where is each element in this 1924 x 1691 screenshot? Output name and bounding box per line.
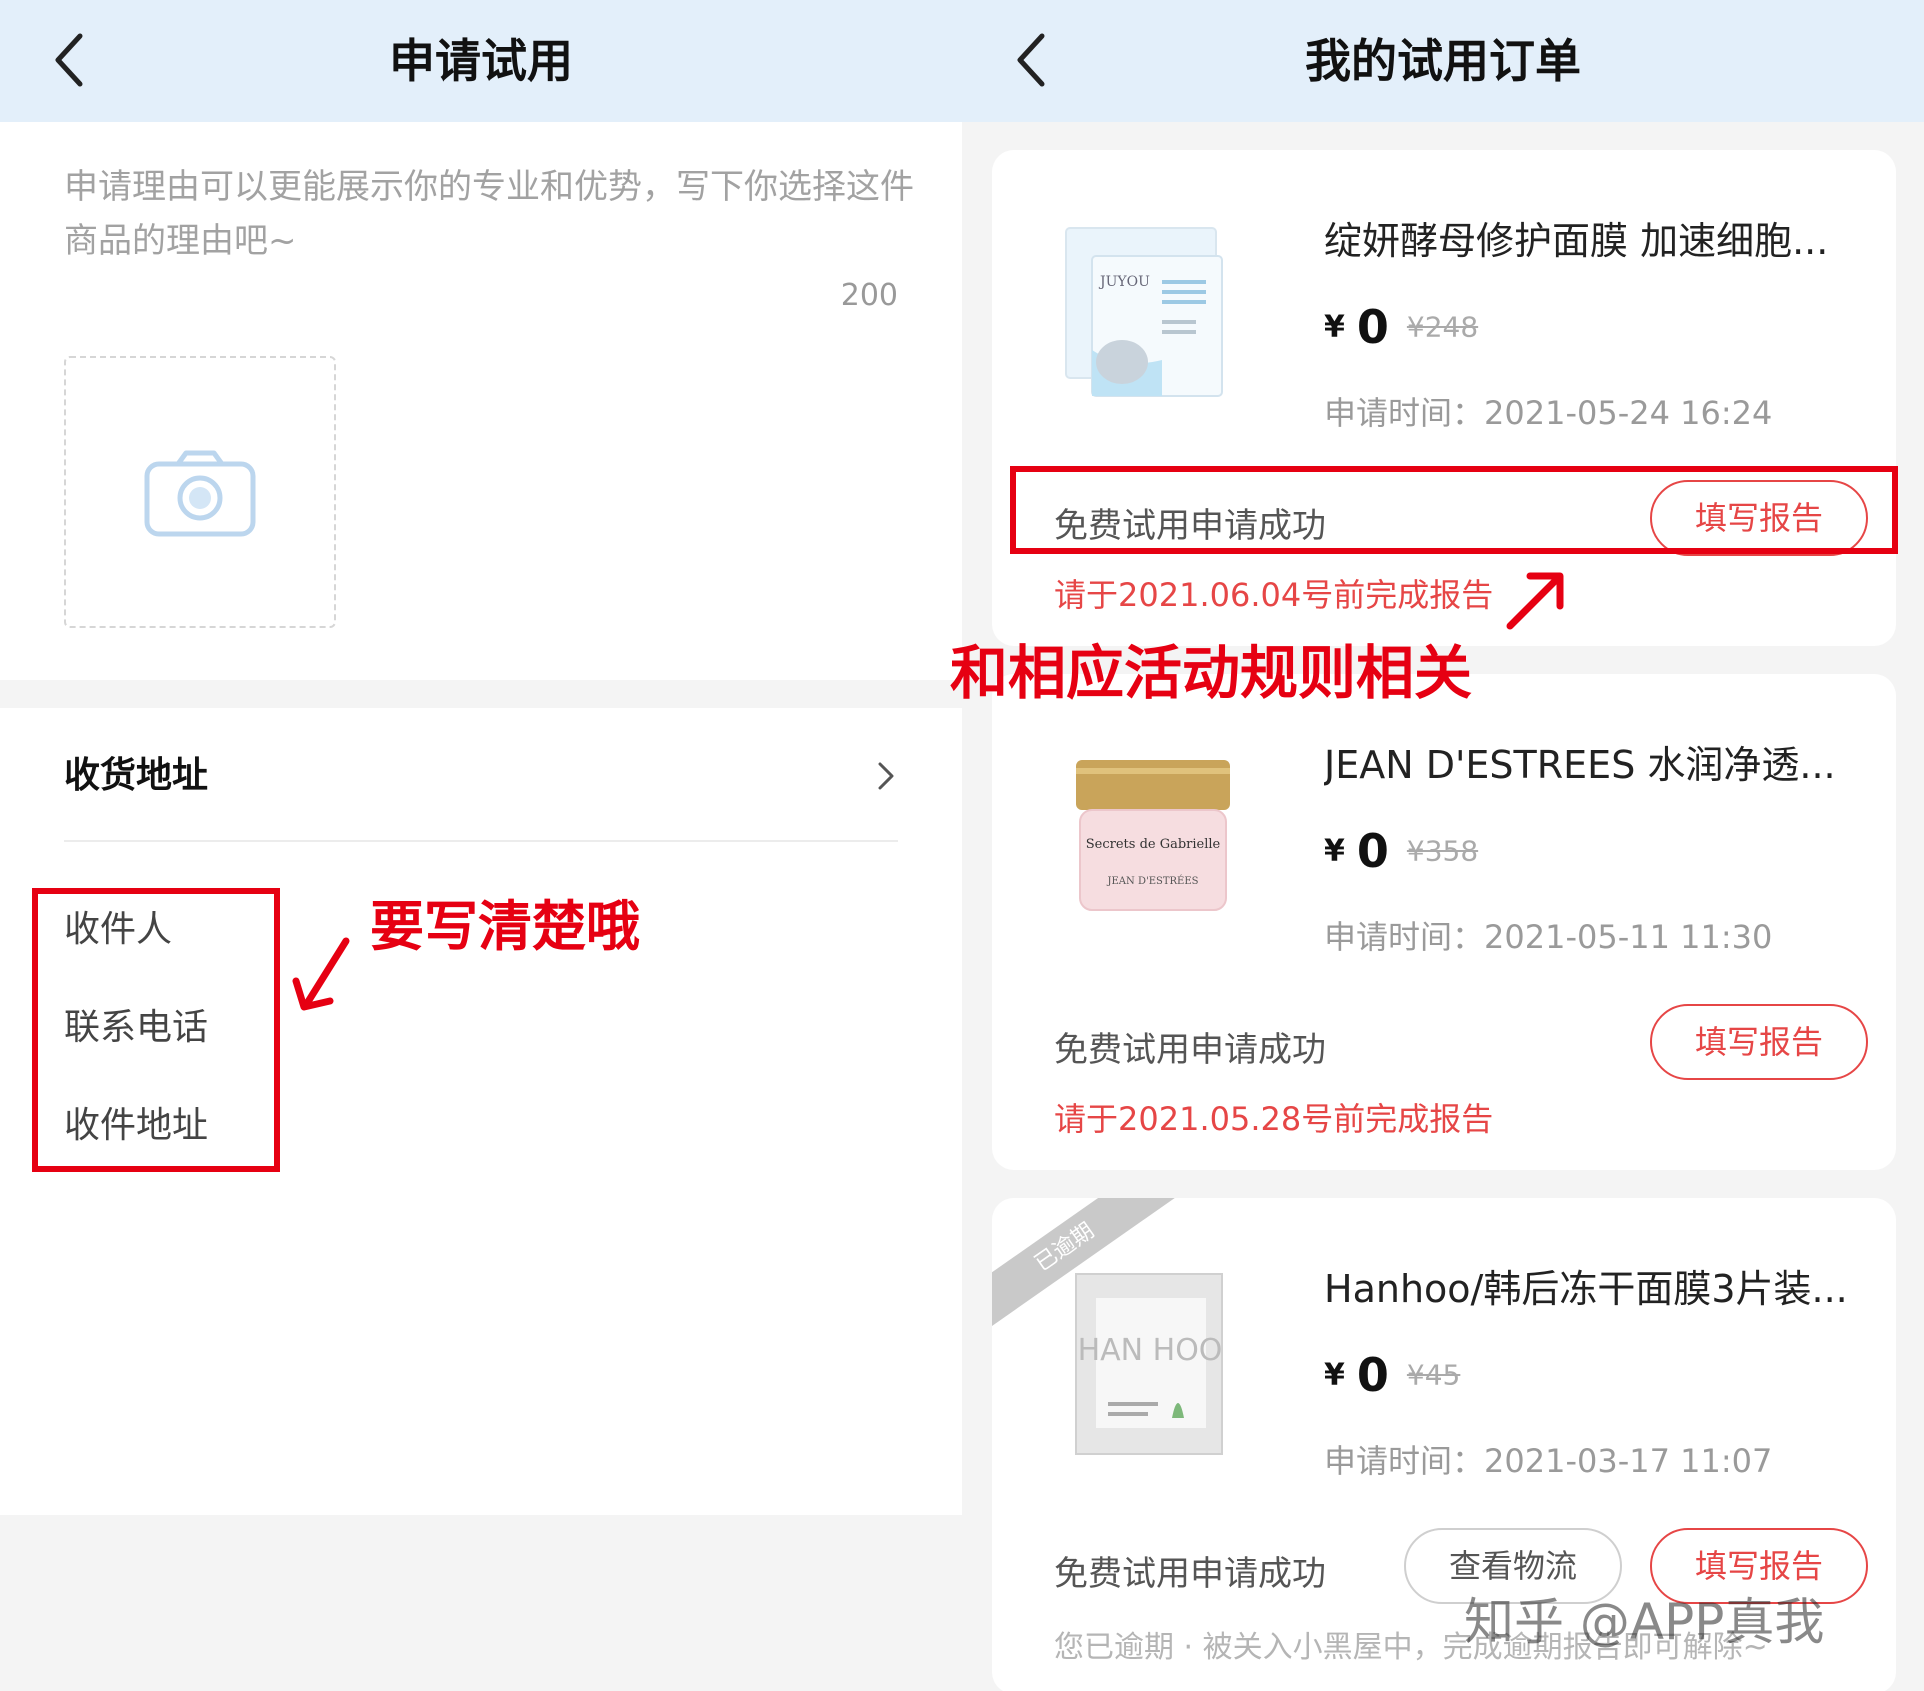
annotation-text: 要写清楚哦 [370, 895, 640, 958]
price-row: ¥0 ¥358 [1324, 824, 1478, 878]
reason-input[interactable]: 申请理由可以更能展示你的专业和优势，写下你选择这件商品的理由吧~ [64, 160, 914, 268]
product-thumbnail[interactable]: Secrets de Gabrielle JEAN D'ESTRÉES [1052, 744, 1232, 934]
page-title: 我的试用订单 [1305, 34, 1581, 88]
annotation-highlight-box [32, 888, 280, 1172]
price-row: ¥0 ¥248 [1324, 300, 1478, 354]
status-text: 免费试用申请成功 [1054, 1554, 1326, 1594]
currency-symbol: ¥ [1324, 1357, 1345, 1393]
top-bar: 我的试用订单 [962, 0, 1924, 122]
apply-time: 申请时间：2021-03-17 11:07 [1324, 1442, 1773, 1480]
status-text: 免费试用申请成功 [1054, 1030, 1326, 1070]
section-divider [0, 680, 962, 708]
chevron-right-icon[interactable] [874, 758, 898, 794]
price-row: ¥0 ¥45 [1324, 1348, 1460, 1402]
product-sub-text: JEAN D'ESTRÉES [1106, 875, 1198, 887]
apply-trial-screen: 申请试用 申请理由可以更能展示你的专业和优势，写下你选择这件商品的理由吧~ 20… [0, 0, 962, 1691]
camera-icon [144, 450, 256, 537]
annotation-arrow-icon [1506, 572, 1564, 630]
product-brand-text: JUYOU [1098, 274, 1150, 290]
report-deadline: 请于2021.06.04号前完成报告 [1054, 576, 1494, 614]
product-brand-text: Secrets de Gabrielle [1086, 837, 1221, 852]
address-section-title[interactable]: 收货地址 [64, 746, 208, 798]
annotation-arrow-icon [292, 937, 350, 1011]
annotation-text: 和相应活动规则相关 [950, 639, 1473, 707]
product-thumbnail[interactable]: JUYOU [1052, 220, 1232, 410]
report-deadline: 请于2021.05.28号前完成报告 [1054, 1100, 1494, 1138]
bottom-area [0, 1515, 962, 1691]
back-arrow-icon[interactable] [48, 30, 92, 90]
product-name[interactable]: JEAN D'ESTREES 水润净透... [1324, 734, 1864, 789]
apply-time: 申请时间：2021-05-11 11:30 [1324, 918, 1773, 956]
trial-price: 0 [1356, 300, 1389, 354]
watermark: 知乎 @APP真我 [1464, 1593, 1825, 1651]
trial-price: 0 [1356, 1348, 1389, 1402]
currency-symbol: ¥ [1324, 833, 1345, 869]
back-arrow-icon[interactable] [1010, 30, 1054, 90]
top-bar: 申请试用 [0, 0, 962, 122]
original-price: ¥358 [1406, 834, 1479, 868]
page-title: 申请试用 [389, 34, 573, 88]
original-price: ¥45 [1406, 1358, 1461, 1392]
trial-price: 0 [1356, 824, 1389, 878]
divider [64, 840, 898, 842]
order-card[interactable]: JUYOU 绽妍酵母修护面膜 加速细胞... ¥0 ¥248 申请时间：2021-… [992, 150, 1896, 646]
apply-time: 申请时间：2021-05-24 16:24 [1324, 394, 1773, 432]
product-thumbnail[interactable]: HAN HOO [1052, 1268, 1232, 1458]
product-name[interactable]: 绽妍酵母修护面膜 加速细胞... [1324, 210, 1864, 265]
my-trial-orders-screen: 我的试用订单 JUYOU 绽妍酵母修护面膜 加速细胞... ¥0 ¥248 申请时… [950, 0, 1924, 1691]
product-brand-text: HAN HOO [1078, 1333, 1223, 1368]
product-name[interactable]: Hanhoo/韩后冻干面膜3片装... [1324, 1258, 1864, 1313]
annotation-highlight-box [1010, 466, 1898, 554]
char-limit-counter: 200 [840, 278, 898, 313]
currency-symbol: ¥ [1324, 309, 1345, 345]
fill-report-button[interactable]: 填写报告 [1650, 1004, 1868, 1080]
photo-upload-button[interactable] [64, 356, 336, 628]
original-price: ¥248 [1406, 310, 1479, 344]
order-card[interactable]: Secrets de Gabrielle JEAN D'ESTRÉES JEAN… [992, 674, 1896, 1170]
